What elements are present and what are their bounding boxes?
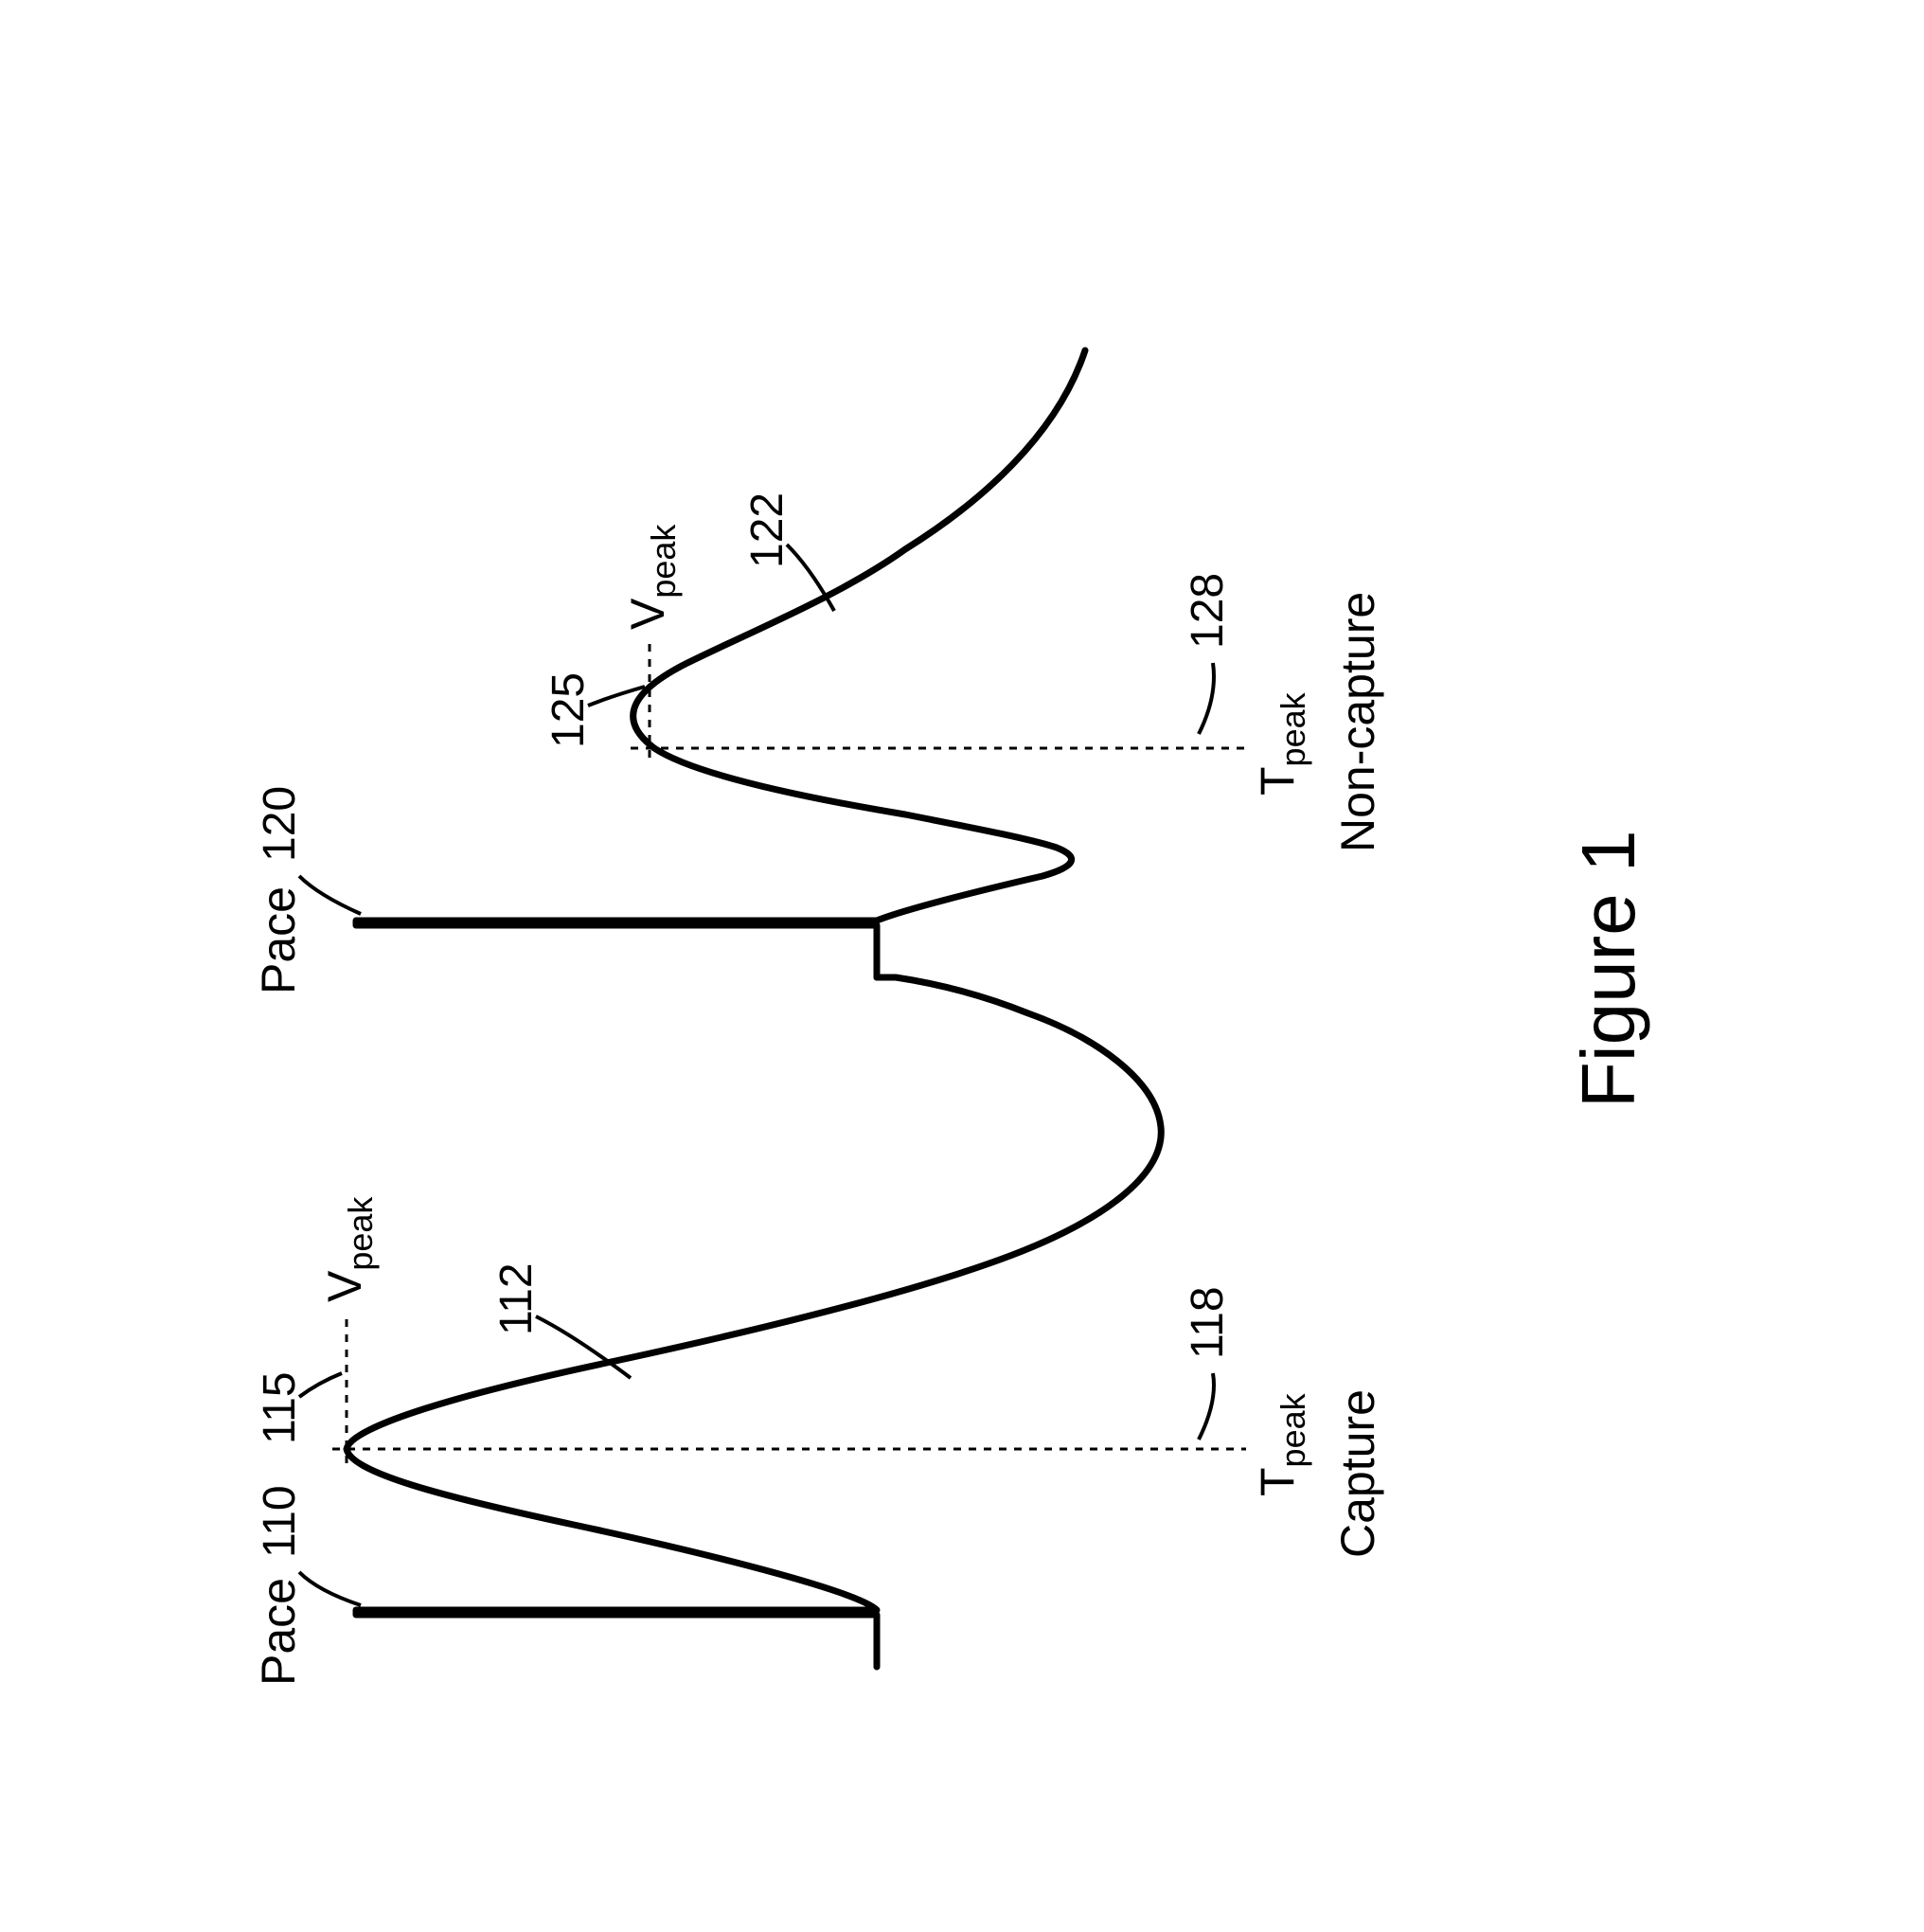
tpeak-label-left: Tpeak (1251, 1392, 1312, 1496)
figure-svg: Pace 110 115 Vpeak 112 118 Tpeak Capture (157, 161, 1767, 1771)
ref-125: 125 (543, 672, 594, 748)
noncapture-label: Non-capture (1331, 592, 1384, 852)
leader-118 (1199, 1373, 1214, 1440)
pace-label-left: Pace (252, 1578, 305, 1686)
vpeak-label-left: Vpeak (318, 1196, 380, 1302)
leader-120 (299, 876, 361, 914)
vpeak-label-right: Vpeak (621, 524, 683, 630)
noncapture-waveform (356, 350, 1085, 977)
tpeak-label-right: Tpeak (1251, 691, 1312, 796)
figure-title: Figure 1 (1566, 831, 1650, 1108)
capture-waveform (347, 977, 1161, 1667)
ref-112: 112 (491, 1262, 542, 1335)
figure-container: Pace 110 115 Vpeak 112 118 Tpeak Capture (157, 161, 1767, 1771)
ref-122: 122 (742, 492, 793, 568)
leader-115 (299, 1373, 342, 1397)
leader-110 (299, 1572, 361, 1605)
pace-label-right: Pace (252, 886, 305, 994)
ref-115: 115 (255, 1371, 305, 1444)
capture-label: Capture (1331, 1389, 1384, 1558)
ref-110: 110 (255, 1485, 305, 1558)
ref-128: 128 (1183, 573, 1233, 649)
leader-128 (1199, 663, 1214, 734)
ref-120: 120 (255, 786, 305, 862)
ref-118: 118 (1183, 1286, 1233, 1359)
